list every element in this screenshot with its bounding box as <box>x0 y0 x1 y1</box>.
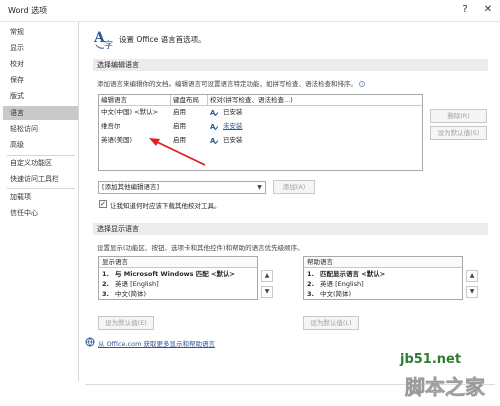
sidebar-item-quick-access-toolbar[interactable]: 快速访问工具栏 <box>3 172 78 186</box>
table-row-proofing: 已安装 <box>223 108 243 116</box>
sidebar-item-trust-center[interactable]: 信任中心 <box>3 206 78 220</box>
list-item[interactable]: 2. 英语 [English] <box>99 279 257 289</box>
display-language-description: 设置显示(功能区、按钮、选项卡和其他控件)和帮助的语言优先级顺序。 <box>97 244 304 252</box>
list-item-number: 1. <box>307 270 314 278</box>
list-item-number: 3. <box>307 290 314 298</box>
edit-language-description-text: 添加语言来编辑你的文档。编辑语言可设置语言特定功能，如拼写检查、语法检查和排序。 <box>97 80 357 88</box>
list-item[interactable]: 3. 中文(简体) <box>99 289 257 299</box>
list-item[interactable]: 1. 匹配显示语言 <默认> <box>304 269 462 279</box>
table-row-language[interactable]: 英语(美国) <box>101 135 132 146</box>
sidebar-item-display[interactable]: 显示 <box>3 41 78 55</box>
sidebar-item-layout[interactable]: 版式 <box>3 89 78 103</box>
set-default-help-language-button[interactable]: 设为默认值(L) <box>303 316 359 330</box>
list-item-label: 英语 [English] <box>320 280 364 288</box>
add-language-button[interactable]: 添加(A) <box>273 180 315 194</box>
watermark-name: 脚本之家 <box>405 375 486 400</box>
download-proofing-tools-label: 让我知道何时应该下载其他校对工具。 <box>110 202 221 210</box>
table-row-keyboard: 启用 <box>173 108 186 116</box>
list-item-label: 匹配显示语言 <默认> <box>320 270 386 278</box>
column-header-proofing[interactable]: 校对(拼写检查、语法检查...) <box>208 95 422 106</box>
display-language-section-title: 选择显示语言 <box>93 223 488 235</box>
sidebar-divider <box>7 188 75 189</box>
window-title: Word 选项 <box>8 6 48 15</box>
watermark-url: jb51.net <box>400 352 462 367</box>
help-move-up-button[interactable]: ▲ <box>466 270 478 282</box>
page-header-text: 设置 Office 语言首选项。 <box>119 35 206 44</box>
annotation-arrow <box>149 138 206 166</box>
help-button[interactable]: ? <box>457 3 473 17</box>
set-default-edit-language-button[interactable]: 设为默认值(S) <box>430 126 487 140</box>
sidebar-item-customize-ribbon[interactable]: 自定义功能区 <box>3 156 78 170</box>
help-language-list[interactable]: 帮助语言 1. 匹配显示语言 <默认> 2. 英语 [English] 3. 中文(简… <box>303 256 463 300</box>
proofing-check-icon: A <box>210 123 218 130</box>
edit-language-table-header: 编辑语言 键盘布局 校对(拼写检查、语法检查...) <box>99 95 422 106</box>
chevron-down-icon: ▼ <box>257 184 262 191</box>
title-bar: Word 选项 ? ✕ <box>0 0 500 22</box>
set-default-display-language-button[interactable]: 设为默认值(E) <box>98 316 154 330</box>
sidebar-item-accessibility[interactable]: 轻松访问 <box>3 122 78 136</box>
column-header-edit-language[interactable]: 编辑语言 <box>99 95 171 106</box>
close-button[interactable]: ✕ <box>480 3 496 17</box>
sidebar-item-save[interactable]: 保存 <box>3 73 78 87</box>
sidebar-item-advanced[interactable]: 高级 <box>3 138 78 152</box>
main-panel: A 字 设置 Office 语言首选项。 选择编辑语言 添加语言来编辑你的文档。… <box>85 22 495 382</box>
edit-language-description: 添加语言来编辑你的文档。编辑语言可设置语言特定功能，如拼写检查、语法检查和排序。… <box>97 78 365 88</box>
sidebar-item-add-ins[interactable]: 加载项 <box>3 190 78 204</box>
proofing-not-installed-link[interactable]: 未安装 <box>223 121 243 132</box>
sidebar-item-proofing[interactable]: 校对 <box>3 57 78 71</box>
add-edit-language-dropdown[interactable]: [添加其他编辑语言] ▼ <box>98 181 266 194</box>
display-language-list-header: 显示语言 <box>99 257 257 268</box>
sidebar-item-general[interactable]: 常规 <box>3 25 78 39</box>
table-row-language[interactable]: 中文(中国) <默认> <box>101 107 158 118</box>
display-move-up-button[interactable]: ▲ <box>261 270 273 282</box>
display-move-down-button[interactable]: ▼ <box>261 286 273 298</box>
svg-text:字: 字 <box>104 39 113 50</box>
display-language-list[interactable]: 显示语言 1. 与 Microsoft Windows 匹配 <默认> 2. 英语 … <box>98 256 258 300</box>
list-item[interactable]: 3. 中文(简体) <box>304 289 462 299</box>
info-icon[interactable]: i <box>359 81 365 87</box>
globe-link-icon <box>85 337 95 347</box>
language-icon: A 字 <box>93 30 113 50</box>
table-row-proofing: 已安装 <box>223 136 243 144</box>
list-item-number: 2. <box>307 280 314 288</box>
table-row-language[interactable]: 维吾尔 <box>101 121 121 132</box>
list-item-label: 中文(简体) <box>320 290 352 298</box>
remove-language-button[interactable]: 删除(R) <box>430 109 487 123</box>
download-proofing-tools-checkbox[interactable]: ✓ <box>99 200 107 208</box>
edit-language-table[interactable]: 编辑语言 键盘布局 校对(拼写检查、语法检查...) 中文(中国) <默认> 启… <box>98 94 423 171</box>
sidebar: 常规 显示 校对 保存 版式 语言 轻松访问 高级 自定义功能区 快速访问工具栏… <box>3 22 79 381</box>
proofing-check-icon: A <box>210 109 218 116</box>
help-move-down-button[interactable]: ▼ <box>466 286 478 298</box>
add-edit-language-dropdown-value: [添加其他编辑语言] <box>102 183 160 191</box>
edit-language-section-title: 选择编辑语言 <box>93 59 488 71</box>
sidebar-item-language[interactable]: 语言 <box>3 106 78 120</box>
table-row-keyboard: 启用 <box>173 122 186 130</box>
column-header-keyboard[interactable]: 键盘布局 <box>171 95 208 106</box>
list-item[interactable]: 1. 与 Microsoft Windows 匹配 <默认> <box>99 269 257 279</box>
list-item-label: 中文(简体) <box>115 290 147 298</box>
get-more-languages-link[interactable]: 从 Office.com 获取更多显示和帮助语言 <box>98 338 215 348</box>
list-item[interactable]: 2. 英语 [English] <box>304 279 462 289</box>
list-item-label: 与 Microsoft Windows 匹配 <默认> <box>115 270 235 278</box>
list-item-number: 3. <box>102 290 109 298</box>
list-item-number: 1. <box>102 270 109 278</box>
list-item-number: 2. <box>102 280 109 288</box>
list-item-label: 英语 [English] <box>115 280 159 288</box>
help-language-list-header: 帮助语言 <box>304 257 462 268</box>
